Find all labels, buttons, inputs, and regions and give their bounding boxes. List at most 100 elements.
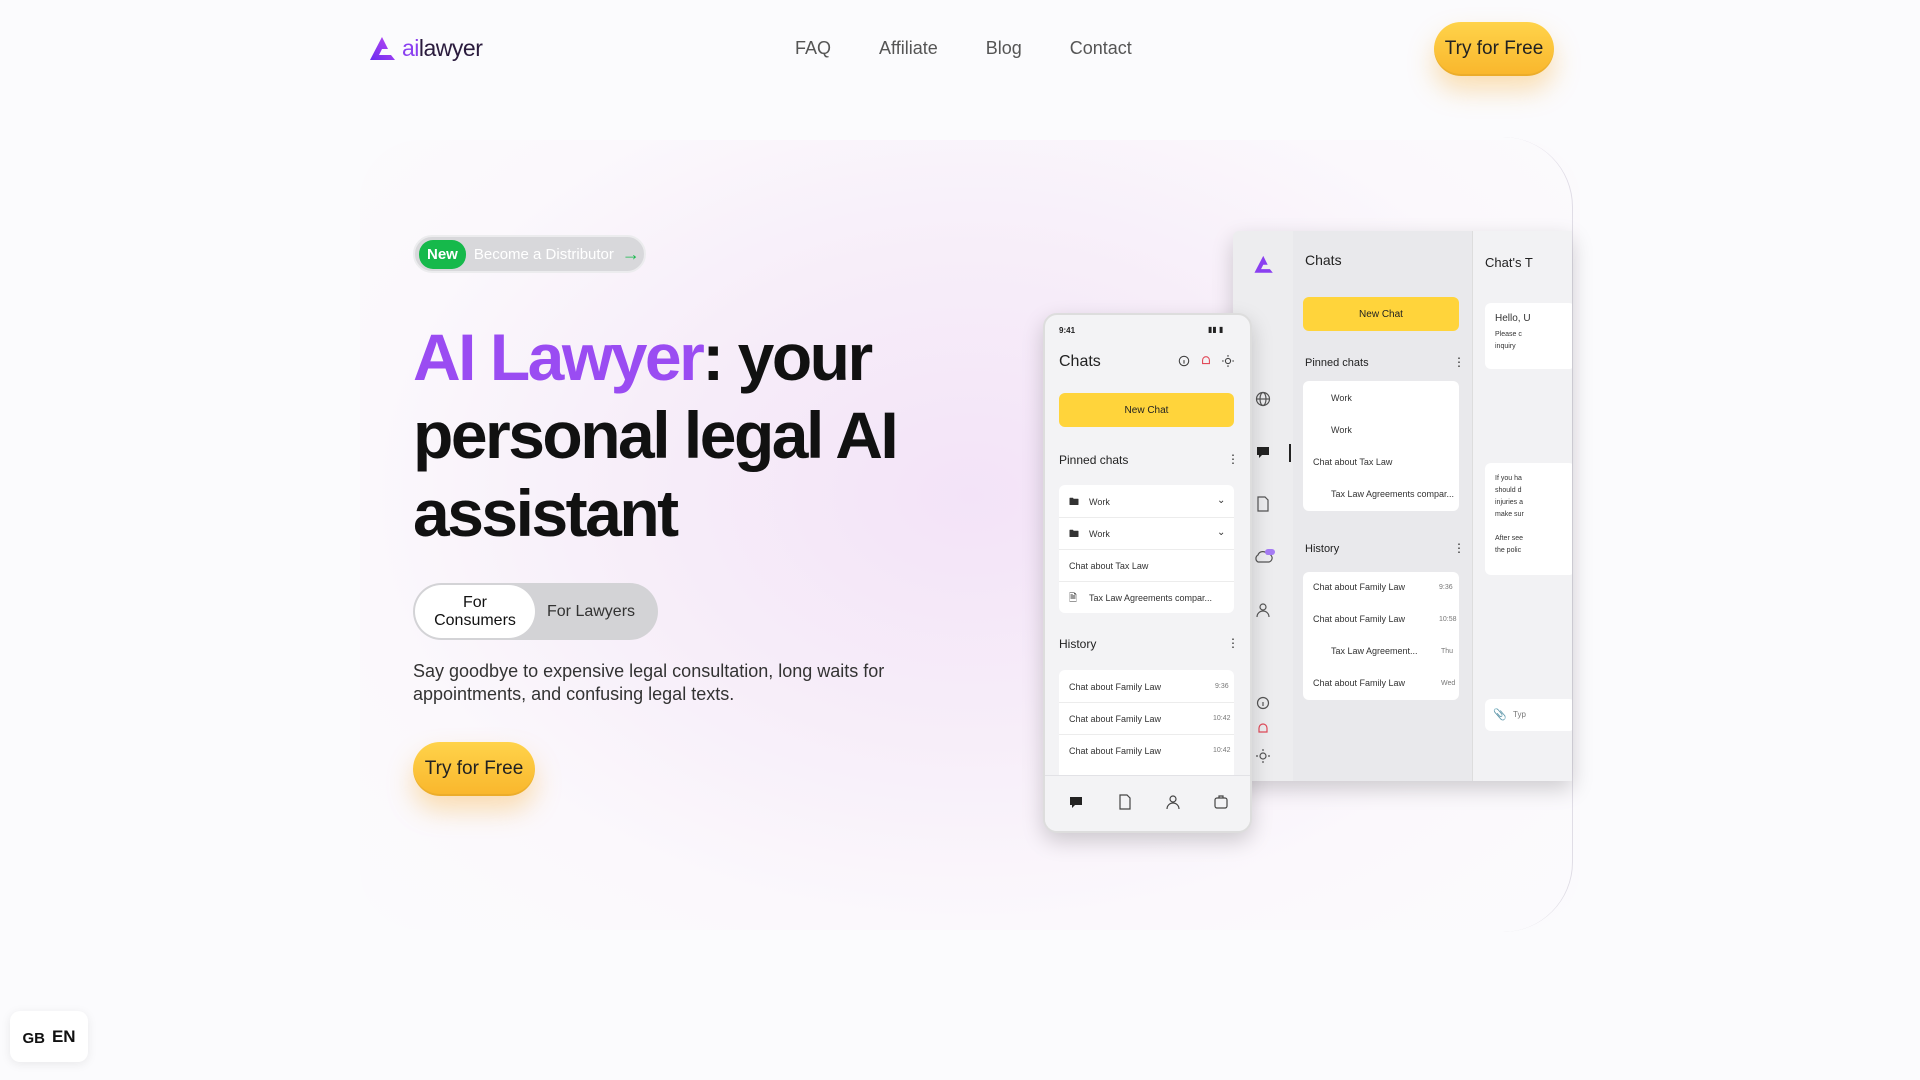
folder-icon: 🖿 [1069, 529, 1079, 540]
desktop-chats-title: Chats [1305, 252, 1342, 268]
history-row[interactable]: Chat about Family Law [1069, 746, 1161, 756]
phone-new-chat-button[interactable]: New Chat [1059, 393, 1234, 427]
desktop-chat-list: Chats New Chat Pinned chats ⋮ Work Work … [1293, 231, 1473, 781]
distributor-badge[interactable]: New Become a Distributor → [413, 235, 646, 273]
document-row[interactable]: Tax Law Agreements compar... [1331, 489, 1454, 499]
phone-app-mockup: 9:41 ▮▮ ▮ Chats New Chat Pinned chats ⋮ … [1043, 313, 1252, 833]
desktop-app-mockup: Chats New Chat Pinned chats ⋮ Work Work … [1233, 231, 1572, 781]
desktop-pinned-title: Pinned chats [1305, 357, 1369, 369]
document-icon [1257, 496, 1269, 512]
message-line: the polic [1495, 547, 1522, 554]
hero-subtitle: Say goodbye to expensive legal consultat… [413, 661, 885, 704]
globe-icon [1255, 391, 1271, 407]
folder-row[interactable]: Work [1331, 393, 1352, 403]
desktop-pinned-card: Work Work Chat about Tax Law Tax Law Agr… [1303, 381, 1459, 511]
gb-flag-icon: GB [22, 1030, 45, 1047]
history-row[interactable]: Chat about Family Law [1313, 582, 1405, 592]
history-time: 10:42 [1213, 747, 1231, 754]
history-time: 10:58 [1439, 616, 1457, 623]
document-icon[interactable] [1117, 794, 1133, 810]
hero-try-free-button[interactable]: Try for Free [413, 742, 535, 796]
folder-row[interactable]: Work [1089, 497, 1110, 507]
bell-icon[interactable] [1200, 355, 1212, 367]
input-placeholder: Typ [1513, 710, 1526, 719]
document-icon: 🗎 [1069, 593, 1078, 604]
phone-tab-bar [1045, 775, 1250, 831]
history-time: 10:42 [1213, 715, 1231, 722]
more-vertical-icon[interactable]: ⋮ [1453, 541, 1465, 555]
user-icon[interactable] [1165, 794, 1181, 810]
nav-link-blog[interactable]: Blog [986, 38, 1022, 59]
history-row[interactable]: Chat about Family Law [1313, 678, 1405, 688]
history-row[interactable]: Chat about Family Law [1313, 614, 1405, 624]
message-line: make sur [1495, 511, 1524, 518]
message-input[interactable]: 📎 Typ [1485, 699, 1572, 731]
headline-accent: AI Lawyer [413, 320, 705, 394]
bell-icon [1258, 723, 1268, 733]
divider [1059, 734, 1234, 735]
audience-toggle: For Consumers For Lawyers [413, 583, 658, 640]
chat-icon [1257, 447, 1269, 458]
language-code: EN [51, 1026, 76, 1046]
message-line: If you ha [1495, 475, 1522, 482]
history-time: Wed [1441, 680, 1456, 687]
new-badge: New [419, 239, 466, 269]
more-vertical-icon[interactable]: ⋮ [1453, 355, 1465, 369]
phone-pinned-card: 🖿 Work ⌄ 🖿 Work ⌄ Chat about Tax Law 🗎 T… [1059, 485, 1234, 613]
nav-link-faq[interactable]: FAQ [795, 38, 831, 59]
sun-icon [1256, 749, 1270, 763]
more-vertical-icon[interactable]: ⋮ [1227, 636, 1239, 650]
badge-label: Become a Distributor [473, 245, 614, 263]
hero-headline: AI Lawyer: your personal legal AI assist… [413, 318, 933, 552]
divider [1059, 702, 1234, 703]
tab-for-consumers[interactable]: For Consumers [415, 585, 535, 638]
chevron-down-icon[interactable]: ⌄ [1217, 527, 1225, 538]
history-time: 9:36 [1215, 683, 1229, 690]
active-indicator [1289, 444, 1291, 462]
phone-chats-title: Chats [1059, 353, 1101, 370]
greeting-sub: Please c [1495, 331, 1522, 338]
history-row[interactable]: Tax Law Agreement... [1331, 646, 1418, 656]
divider [1059, 581, 1234, 582]
app-logo-icon [1254, 255, 1273, 273]
desktop-chat-panel: Chat's T Hello, U Please c inquiry If yo… [1473, 231, 1572, 781]
message-card: If you ha should d injuries a make sur A… [1485, 463, 1572, 575]
greeting-card: Hello, U Please c inquiry [1485, 303, 1572, 369]
message-line: injuries a [1495, 499, 1524, 506]
cloud-icon [1255, 549, 1275, 563]
history-time: 9:36 [1439, 584, 1453, 591]
briefcase-icon[interactable] [1213, 794, 1229, 810]
language-selector[interactable]: GB EN [10, 1011, 88, 1062]
sun-icon[interactable] [1222, 355, 1234, 367]
paperclip-icon[interactable]: 📎 [1493, 708, 1507, 721]
greeting-text: Hello, U [1495, 313, 1531, 324]
message-line: should d [1495, 487, 1522, 494]
nav-link-contact[interactable]: Contact [1070, 38, 1132, 59]
tab-for-lawyers[interactable]: For Lawyers [535, 585, 647, 638]
history-row[interactable]: Chat about Family Law [1069, 682, 1161, 692]
divider [1059, 517, 1234, 518]
main-nav: FAQ Affiliate Blog Contact [795, 38, 1132, 59]
document-row[interactable]: Tax Law Agreements compar... [1089, 593, 1212, 603]
nav-link-affiliate[interactable]: Affiliate [879, 38, 938, 59]
history-time: Thu [1441, 648, 1454, 655]
info-icon[interactable] [1178, 355, 1190, 367]
chevron-down-icon[interactable]: ⌄ [1217, 495, 1225, 506]
folder-icon: 🖿 [1069, 497, 1079, 508]
chat-row[interactable]: Chat about Tax Law [1069, 561, 1148, 571]
message-line: After see [1495, 535, 1524, 542]
desktop-new-chat-button[interactable]: New Chat [1303, 297, 1459, 331]
phone-pinned-title: Pinned chats [1059, 453, 1129, 467]
more-vertical-icon[interactable]: ⋮ [1227, 452, 1239, 466]
folder-row[interactable]: Work [1089, 529, 1110, 539]
logo[interactable]: ailawyer [368, 33, 483, 63]
chat-row[interactable]: Chat about Tax Law [1313, 457, 1392, 467]
user-icon [1256, 603, 1270, 618]
nav-try-free-button[interactable]: Try for Free [1434, 22, 1554, 76]
desktop-history-title: History [1305, 543, 1340, 555]
divider [1059, 549, 1234, 550]
folder-row[interactable]: Work [1331, 425, 1352, 435]
history-row[interactable]: Chat about Family Law [1069, 714, 1161, 724]
phone-history-title: History [1059, 637, 1097, 651]
chat-icon[interactable] [1068, 794, 1084, 810]
